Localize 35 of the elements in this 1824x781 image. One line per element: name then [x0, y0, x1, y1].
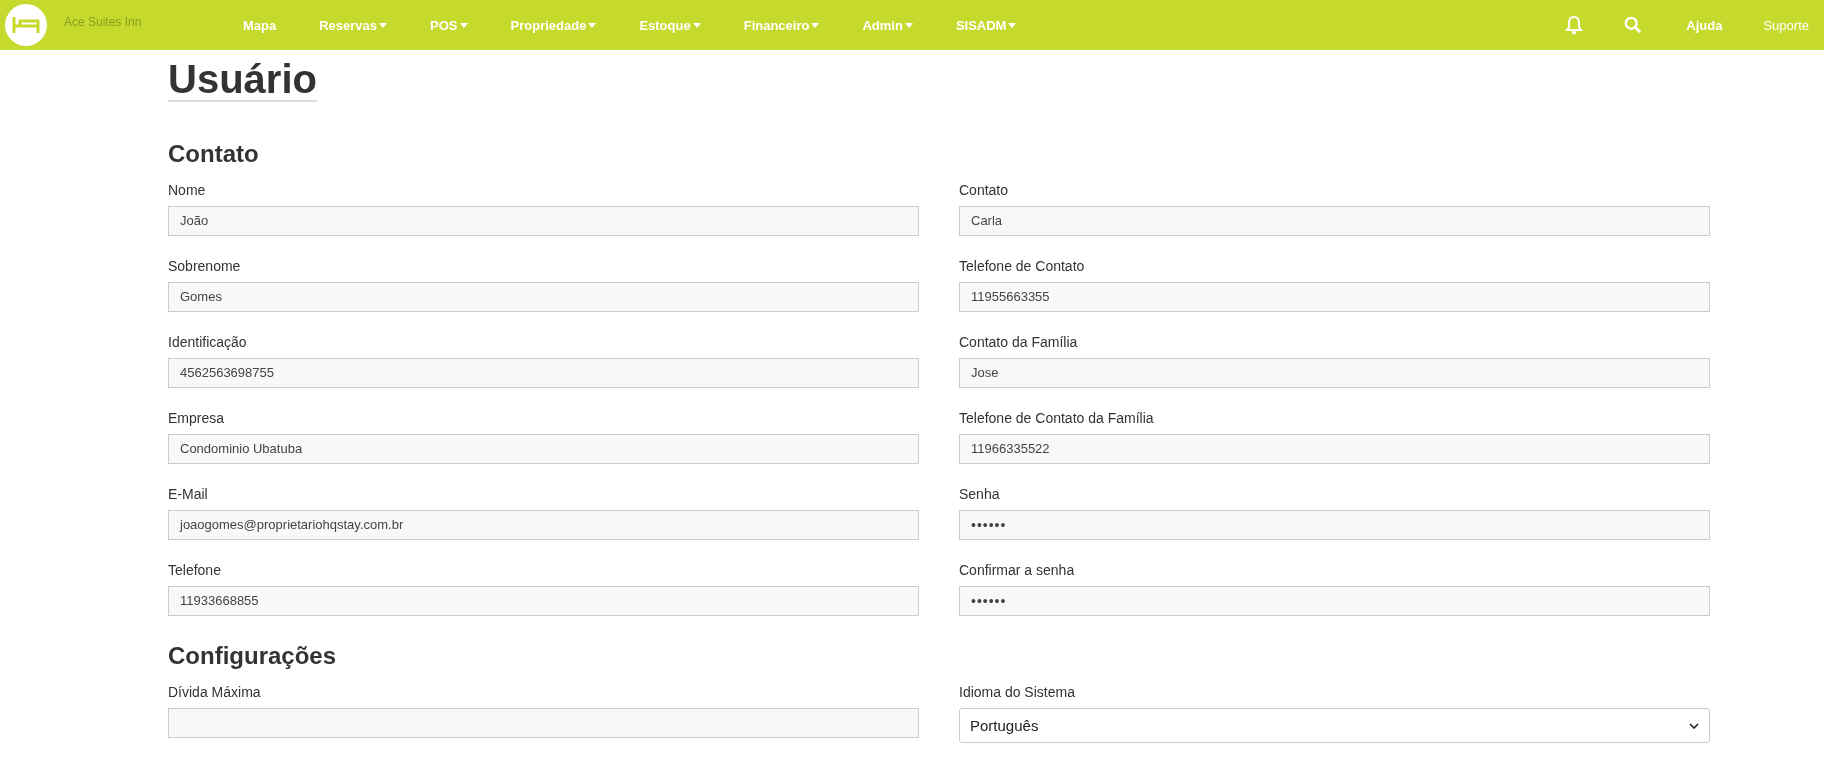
search-icon[interactable]: [1624, 16, 1643, 34]
field-label: Senha: [959, 486, 1001, 502]
bed-logo-icon[interactable]: [5, 4, 47, 46]
input-field[interactable]: João: [168, 206, 919, 236]
input-field[interactable]: 11955663355: [959, 282, 1710, 312]
input-field[interactable]: 11933668855: [168, 586, 919, 616]
input-field[interactable]: Condominio Ubatuba: [168, 434, 919, 464]
field-label: Empresa: [168, 410, 226, 426]
field-label: Telefone de Contato: [959, 258, 1086, 274]
field-label: Idioma do Sistema: [959, 684, 1076, 700]
field-label: Sobrenome: [168, 258, 242, 274]
field-label: Confirmar a senha: [959, 562, 1076, 578]
field-label: Telefone: [168, 562, 222, 578]
password-field[interactable]: ••••••: [959, 510, 1710, 540]
field-label: Contato da Família: [959, 334, 1079, 350]
input-field[interactable]: Gomes: [168, 282, 919, 312]
password-field[interactable]: ••••••: [959, 586, 1710, 616]
language-select[interactable]: Português: [959, 708, 1710, 743]
field-label: Identificação: [168, 334, 248, 350]
input-field[interactable]: Jose: [959, 358, 1710, 388]
section-heading: Contato: [168, 140, 260, 168]
field-label: Contato: [959, 182, 1010, 198]
input-field[interactable]: 11966335522: [959, 434, 1710, 464]
field-label: E-Mail: [168, 486, 209, 502]
input-field[interactable]: [168, 708, 919, 738]
page-title: Usuário: [168, 50, 317, 102]
notification-bell-icon[interactable]: [1564, 15, 1585, 35]
field-label: Dívida Máxima: [168, 684, 262, 700]
section-heading: Configurações: [168, 642, 338, 670]
chevron-down-icon: [1689, 722, 1699, 729]
field-label: Nome: [168, 182, 207, 198]
input-field[interactable]: joaogomes@proprietariohqstay.com.br: [168, 510, 919, 540]
field-label: Telefone de Contato da Família: [959, 410, 1155, 426]
input-field[interactable]: 4562563698755: [168, 358, 919, 388]
input-field[interactable]: Carla: [959, 206, 1710, 236]
